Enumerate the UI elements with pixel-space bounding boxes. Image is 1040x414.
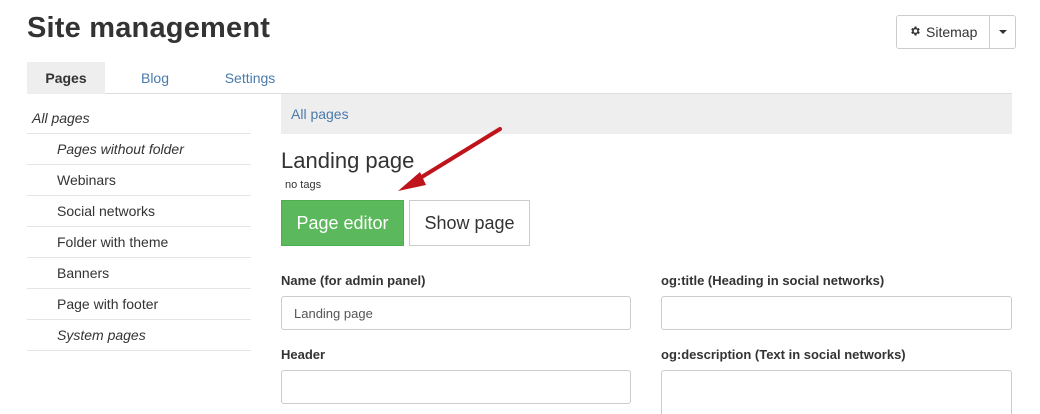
og-title-field-label: og:title (Heading in social networks) <box>661 273 885 288</box>
tab-blog[interactable]: Blog <box>125 62 185 94</box>
sitemap-button[interactable]: Sitemap <box>896 15 991 49</box>
og-description-field-label: og:description (Text in social networks) <box>661 347 906 362</box>
caret-down-icon <box>998 30 1007 34</box>
sidebar-item-banners[interactable]: Banners <box>27 258 251 289</box>
section-tabs: Pages Blog Settings <box>27 62 1012 94</box>
sidebar-item-folder-with-theme[interactable]: Folder with theme <box>27 227 251 258</box>
sidebar-item-pages-without-folder[interactable]: Pages without folder <box>27 134 251 165</box>
og-description-field[interactable] <box>661 370 1012 414</box>
page-editor-button[interactable]: Page editor <box>281 200 404 246</box>
header-field-label: Header <box>281 347 326 362</box>
page-tags: no tags <box>285 179 322 191</box>
page-title: Site management <box>27 12 271 44</box>
sidebar-item-page-with-footer[interactable]: Page with footer <box>27 289 251 320</box>
sidebar-item-social-networks[interactable]: Social networks <box>27 196 251 227</box>
sitemap-button-group: Sitemap <box>896 15 1017 49</box>
tab-pages[interactable]: Pages <box>27 62 105 94</box>
folder-sidebar: All pages Pages without folder Webinars … <box>27 103 251 351</box>
name-field-label: Name (for admin panel) <box>281 273 426 288</box>
name-field[interactable] <box>281 296 631 330</box>
og-title-field[interactable] <box>661 296 1012 330</box>
show-page-button[interactable]: Show page <box>409 200 530 246</box>
sidebar-item-system-pages[interactable]: System pages <box>27 320 251 351</box>
tab-settings[interactable]: Settings <box>215 62 285 94</box>
sitemap-label: Sitemap <box>926 24 978 40</box>
gear-icon <box>909 24 921 40</box>
header-field[interactable] <box>281 370 631 404</box>
annotation-arrow-icon <box>398 127 502 191</box>
sitemap-dropdown-toggle[interactable] <box>990 15 1017 49</box>
sidebar-item-all-pages[interactable]: All pages <box>27 103 251 134</box>
breadcrumb-link-all-pages[interactable]: All pages <box>291 106 349 122</box>
sidebar-item-webinars[interactable]: Webinars <box>27 165 251 196</box>
